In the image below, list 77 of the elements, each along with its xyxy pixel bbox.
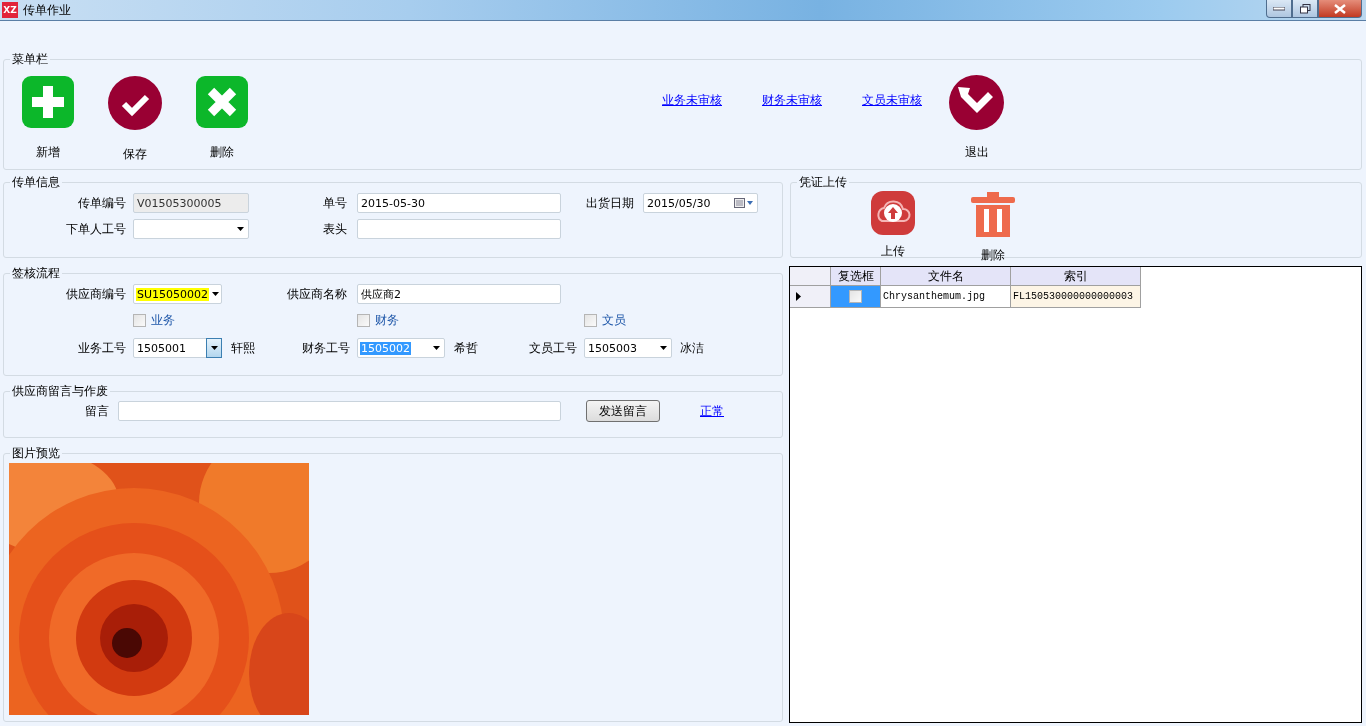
dropdown-field[interactable]: SU15050002 xyxy=(133,284,222,304)
link[interactable]: 文员未审核 xyxy=(862,92,922,109)
field-label: 财务工号 xyxy=(302,339,350,357)
dropdown-button[interactable] xyxy=(206,338,222,358)
checkbox-label: 业务 xyxy=(151,311,175,329)
group-title: 传单信息 xyxy=(12,175,60,189)
link[interactable]: 业务未审核 xyxy=(662,92,722,109)
header-corner xyxy=(790,267,831,286)
field-label: 传单编号 xyxy=(78,194,126,212)
field-label: 业务工号 xyxy=(78,339,126,357)
cloud-upload-icon xyxy=(871,191,915,235)
checkbox[interactable] xyxy=(133,313,146,327)
exit-button[interactable]: 退出 xyxy=(949,66,1004,161)
dropdown-arrow-icon xyxy=(237,227,244,231)
field-label: 单号 xyxy=(323,194,347,212)
field-label: 留言 xyxy=(84,402,110,420)
field-label: 供应商名称 xyxy=(287,285,347,303)
cross-icon xyxy=(195,76,248,128)
close-button[interactable] xyxy=(1318,0,1362,18)
checkbox-label: 财务 xyxy=(375,311,399,329)
text-field[interactable]: 2015-05-30 xyxy=(357,193,561,213)
group-title: 签核流程 xyxy=(12,266,60,280)
date-picker[interactable]: 2015/05/30 xyxy=(643,193,758,213)
dropdown-field[interactable]: 1505003 xyxy=(584,338,672,358)
send-message-button[interactable]: 发送留言 xyxy=(586,400,660,422)
field-label: 下单人工号 xyxy=(66,220,126,238)
table-cell[interactable] xyxy=(831,286,881,308)
text-field[interactable]: 供应商2 xyxy=(357,284,561,304)
text-field[interactable] xyxy=(357,219,561,239)
column-header[interactable]: 复选框 xyxy=(831,267,881,286)
checkbox[interactable] xyxy=(584,313,597,327)
app-logo: XZ xyxy=(2,2,18,18)
status-link[interactable]: 正常 xyxy=(700,402,724,420)
link[interactable]: 财务未审核 xyxy=(762,92,822,109)
checkbox-label: 文员 xyxy=(602,311,626,329)
group-title: 供应商留言与作废 xyxy=(12,384,108,398)
save-button[interactable]: 保存 xyxy=(91,76,178,163)
person-name: 轩熙 xyxy=(231,339,255,357)
checkbox[interactable] xyxy=(849,290,862,303)
person-name: 希哲 xyxy=(454,339,478,357)
plus-icon xyxy=(21,76,74,128)
dropdown-arrow-icon xyxy=(210,346,218,350)
table-cell: FL150530000000000003 xyxy=(1011,286,1141,308)
trash-icon xyxy=(969,191,1017,239)
dropdown-arrow-icon xyxy=(433,346,440,350)
dropdown-field[interactable]: 1505001 xyxy=(133,338,222,358)
column-header[interactable]: 索引 xyxy=(1011,267,1141,286)
group-title: 图片预览 xyxy=(12,446,60,460)
field-label: 出货日期 xyxy=(586,194,634,212)
text-field[interactable]: V01505300005 xyxy=(133,193,249,213)
current-row-icon xyxy=(796,292,801,301)
checkmark-icon xyxy=(107,76,162,130)
dropdown-arrow-icon xyxy=(211,292,219,296)
restore-button[interactable] xyxy=(1292,0,1318,18)
dropdown-arrow-icon xyxy=(660,346,667,350)
table-cell: Chrysanthemum.jpg xyxy=(881,286,1011,308)
restore-icon xyxy=(1299,3,1311,14)
upload-button[interactable]: 上传 xyxy=(843,191,943,264)
minimize-button[interactable] xyxy=(1266,0,1292,18)
person-name: 冰洁 xyxy=(680,339,704,357)
field-label: 表头 xyxy=(323,220,347,238)
dropdown-field[interactable] xyxy=(133,219,249,239)
minimize-icon xyxy=(1273,6,1285,11)
close-icon xyxy=(1334,3,1346,14)
group-title: 凭证上传 xyxy=(799,175,847,189)
delete-button[interactable]: 删除 xyxy=(178,76,265,163)
add-button[interactable]: 新增 xyxy=(4,76,91,163)
group-title: 菜单栏 xyxy=(12,52,48,66)
row-header[interactable] xyxy=(790,286,831,308)
message-field[interactable] xyxy=(118,401,561,421)
calendar-icon xyxy=(734,198,754,208)
column-header[interactable]: 文件名 xyxy=(881,267,1011,286)
field-label: 文员工号 xyxy=(529,339,577,357)
window-title: 传单作业 xyxy=(23,1,71,19)
field-label: 供应商编号 xyxy=(66,285,126,303)
checkbox[interactable] xyxy=(357,313,370,327)
delete-button[interactable]: 删除 xyxy=(943,191,1043,264)
